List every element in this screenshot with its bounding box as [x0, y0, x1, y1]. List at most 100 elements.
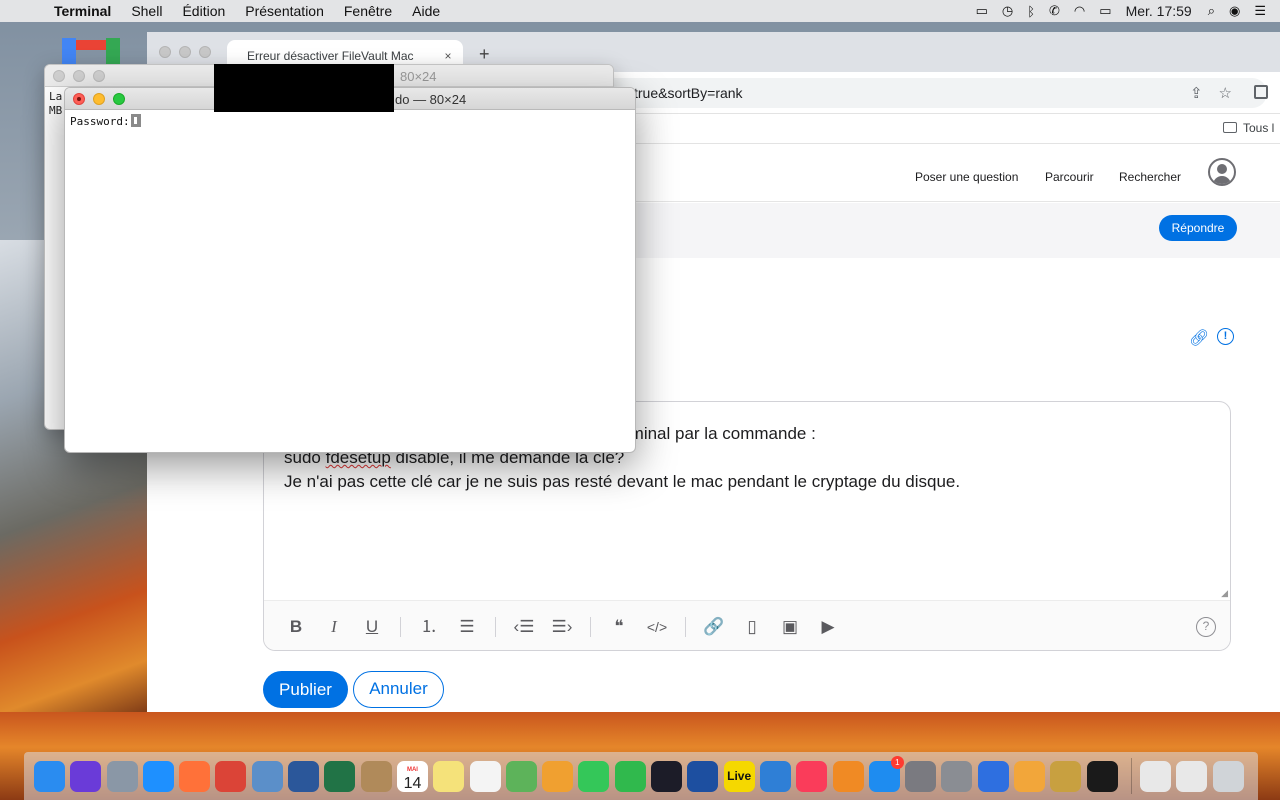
trash-icon[interactable]: [1212, 760, 1244, 792]
battery-icon[interactable]: ▭: [1099, 3, 1111, 19]
reminders-icon[interactable]: [469, 760, 501, 792]
pro-display-icon[interactable]: [905, 760, 937, 792]
share-icon[interactable]: ⇪: [1190, 84, 1203, 102]
excel-icon[interactable]: [324, 760, 356, 792]
safari-icon[interactable]: [142, 760, 174, 792]
toolbar-divider: [495, 616, 496, 637]
menu-clock[interactable]: Mer. 17:59: [1126, 3, 1192, 19]
side-panel-icon[interactable]: [1254, 85, 1268, 99]
resize-handle-icon[interactable]: ◢: [1221, 588, 1228, 599]
browser-zoom-button[interactable]: [199, 46, 211, 58]
s-app-icon[interactable]: [977, 760, 1009, 792]
calendar-day: 14: [403, 774, 422, 792]
menu-bar: Terminal Shell Édition Présentation Fenê…: [0, 0, 1280, 22]
ordered-list-icon[interactable]: ⒈: [415, 613, 443, 641]
video-icon[interactable]: ▶: [814, 613, 842, 641]
terminal-front-title: do — 80×24: [395, 92, 467, 107]
siri-menu-icon[interactable]: ◉: [1229, 3, 1240, 19]
system-preferences-icon[interactable]: [941, 760, 973, 792]
document-2-icon[interactable]: [1176, 760, 1208, 792]
siri-icon[interactable]: [70, 760, 102, 792]
bullet-list-icon[interactable]: ☰: [453, 613, 481, 641]
password-prompt-label: Password:: [70, 115, 130, 128]
pages-icon[interactable]: [1014, 760, 1046, 792]
editor-line-3: Je n'ai pas cette clé car je ne suis pas…: [284, 472, 961, 491]
wifi-icon[interactable]: ◠: [1074, 3, 1085, 19]
calendar-icon[interactable]: MAI 14: [396, 760, 428, 792]
bookmark-star-icon[interactable]: ☆: [1219, 84, 1232, 102]
bluetooth-icon[interactable]: ᛒ: [1027, 4, 1035, 19]
browser-minimize-button[interactable]: [179, 46, 191, 58]
facetime-icon[interactable]: [614, 760, 646, 792]
news-icon[interactable]: [759, 760, 791, 792]
word-icon[interactable]: [288, 760, 320, 792]
browser-close-button[interactable]: [159, 46, 171, 58]
notes-icon[interactable]: [433, 760, 465, 792]
bold-icon[interactable]: B: [282, 613, 310, 641]
messages-icon[interactable]: [578, 760, 610, 792]
phone-icon[interactable]: ✆: [1049, 3, 1060, 19]
keychain-icon[interactable]: [1050, 760, 1082, 792]
key-cursor-icon: [130, 114, 141, 127]
app-store-icon[interactable]: 1: [868, 755, 904, 792]
user-avatar-icon[interactable]: [1208, 158, 1236, 186]
nav-search[interactable]: Rechercher: [1119, 170, 1181, 184]
notification-center-icon[interactable]: ☰: [1254, 3, 1266, 19]
maps-icon[interactable]: [505, 760, 537, 792]
terminal-back-minimize-button[interactable]: [73, 70, 85, 82]
time-machine-icon[interactable]: ◷: [1002, 3, 1013, 19]
report-icon[interactable]: !: [1217, 328, 1234, 345]
italic-icon[interactable]: I: [320, 613, 348, 641]
terminal-minimize-button[interactable]: [93, 93, 105, 105]
cancel-button[interactable]: Annuler: [353, 671, 444, 708]
preview-icon[interactable]: [251, 760, 283, 792]
indent-icon[interactable]: ☰›: [548, 613, 576, 641]
menu-aide[interactable]: Aide: [412, 3, 440, 19]
permalink-icon[interactable]: 🔗︎: [1189, 328, 1209, 348]
publish-button[interactable]: Publier: [263, 671, 348, 708]
airplay-icon[interactable]: ▭: [976, 3, 988, 19]
photos-icon[interactable]: [542, 760, 574, 792]
menu-presentation[interactable]: Présentation: [245, 3, 324, 19]
launchpad-icon[interactable]: [106, 760, 138, 792]
document-icon[interactable]: [1139, 760, 1171, 792]
terminal-zoom-button[interactable]: [113, 93, 125, 105]
reply-button[interactable]: Répondre: [1159, 215, 1237, 241]
code-icon[interactable]: </>: [643, 613, 671, 641]
menu-edition[interactable]: Édition: [182, 3, 225, 19]
terminal-back-zoom-button[interactable]: [93, 70, 105, 82]
app-blue-icon[interactable]: [687, 760, 719, 792]
underline-icon[interactable]: U: [358, 613, 386, 641]
terminal-back-close-button[interactable]: [53, 70, 65, 82]
all-bookmarks-folder[interactable]: Tous l: [1223, 121, 1274, 135]
books-icon[interactable]: [832, 760, 864, 792]
terminal-close-button[interactable]: [73, 93, 85, 105]
finder-icon[interactable]: [34, 760, 65, 792]
terminal-window-front[interactable]: do — 80×24 Password:: [64, 87, 636, 453]
menu-app-terminal[interactable]: Terminal: [54, 3, 111, 19]
spotlight-search-icon[interactable]: ⌕: [1208, 3, 1215, 19]
image-icon[interactable]: ▣: [776, 613, 804, 641]
terminal-icon[interactable]: [1086, 760, 1118, 792]
menu-shell[interactable]: Shell: [131, 3, 162, 19]
outdent-icon[interactable]: ‹☰: [510, 613, 538, 641]
nav-ask-question[interactable]: Poser une question: [915, 170, 1018, 184]
link-icon[interactable]: 🔗: [700, 613, 728, 641]
nav-browse[interactable]: Parcourir: [1045, 170, 1094, 184]
menu-fenetre[interactable]: Fenêtre: [344, 3, 392, 19]
gmail-icon: [62, 38, 120, 66]
chrome-icon[interactable]: [215, 760, 247, 792]
tab-title: Erreur désactiver FileVault Mac: [247, 49, 414, 63]
page-icon[interactable]: ▯: [738, 613, 766, 641]
password-prompt[interactable]: Password:: [70, 114, 141, 128]
tab-close-icon[interactable]: ×: [439, 49, 457, 63]
new-tab-button[interactable]: +: [479, 44, 490, 65]
terminal-back-line-1: La: [49, 90, 63, 103]
music-icon[interactable]: [796, 760, 828, 792]
quote-icon[interactable]: ❝: [605, 613, 633, 641]
firefox-icon[interactable]: [179, 760, 211, 792]
archive-icon[interactable]: [360, 760, 392, 792]
help-icon[interactable]: ?: [1196, 617, 1216, 637]
final-cut-icon[interactable]: [651, 760, 683, 792]
live-icon[interactable]: Live: [723, 760, 755, 792]
